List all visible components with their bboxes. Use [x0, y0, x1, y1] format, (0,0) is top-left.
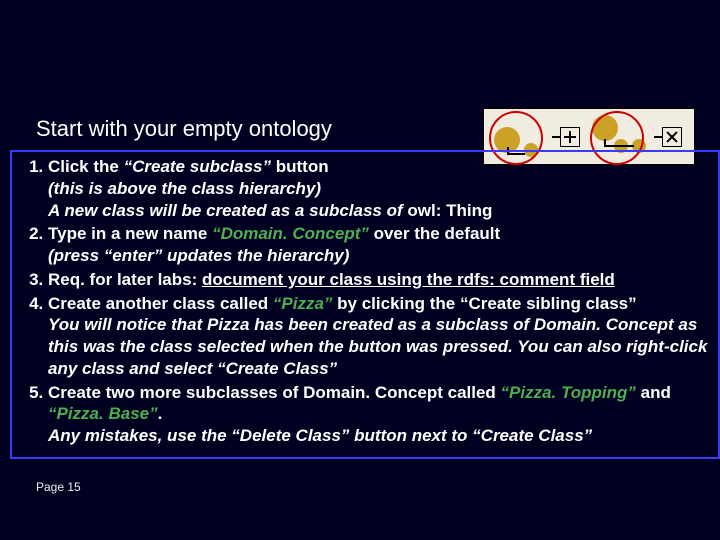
- delete-class-icon: [662, 127, 682, 147]
- step-5: Create two more subclasses of Domain. Co…: [48, 382, 712, 447]
- step-text: Type in a new name “Domain. Concept” ove…: [48, 224, 500, 243]
- plus-icon: [560, 127, 580, 147]
- step-sub: A new class will be created as a subclas…: [48, 200, 712, 222]
- tree-connector: [552, 136, 560, 138]
- step-2: Type in a new name “Domain. Concept” ove…: [48, 223, 712, 267]
- step-sub: You will notice that Pizza has been crea…: [48, 314, 712, 379]
- page-number: Page 15: [36, 480, 81, 494]
- step-3: Req. for later labs: document your class…: [48, 269, 712, 291]
- step-text: Create two more subclasses of Domain. Co…: [48, 383, 671, 424]
- tree-connector: [654, 136, 662, 138]
- step-sub: (this is above the class hierarchy): [48, 178, 712, 200]
- step-4: Create another class called “Pizza” by c…: [48, 293, 712, 380]
- step-text: Req. for later labs: document your class…: [48, 270, 615, 289]
- slide: Start with your empty ontology Click the…: [0, 0, 720, 540]
- instruction-box: Click the “Create subclass” button (this…: [10, 150, 720, 459]
- step-text: Create another class called “Pizza” by c…: [48, 294, 637, 313]
- step-1: Click the “Create subclass” button (this…: [48, 156, 712, 221]
- step-sub: Any mistakes, use the “Delete Class” but…: [48, 425, 712, 447]
- step-sub: (press “enter” updates the hierarchy): [48, 245, 712, 267]
- step-text: Click the “Create subclass” button: [48, 157, 329, 176]
- instruction-list: Click the “Create subclass” button (this…: [18, 156, 712, 447]
- slide-heading: Start with your empty ontology: [36, 116, 332, 142]
